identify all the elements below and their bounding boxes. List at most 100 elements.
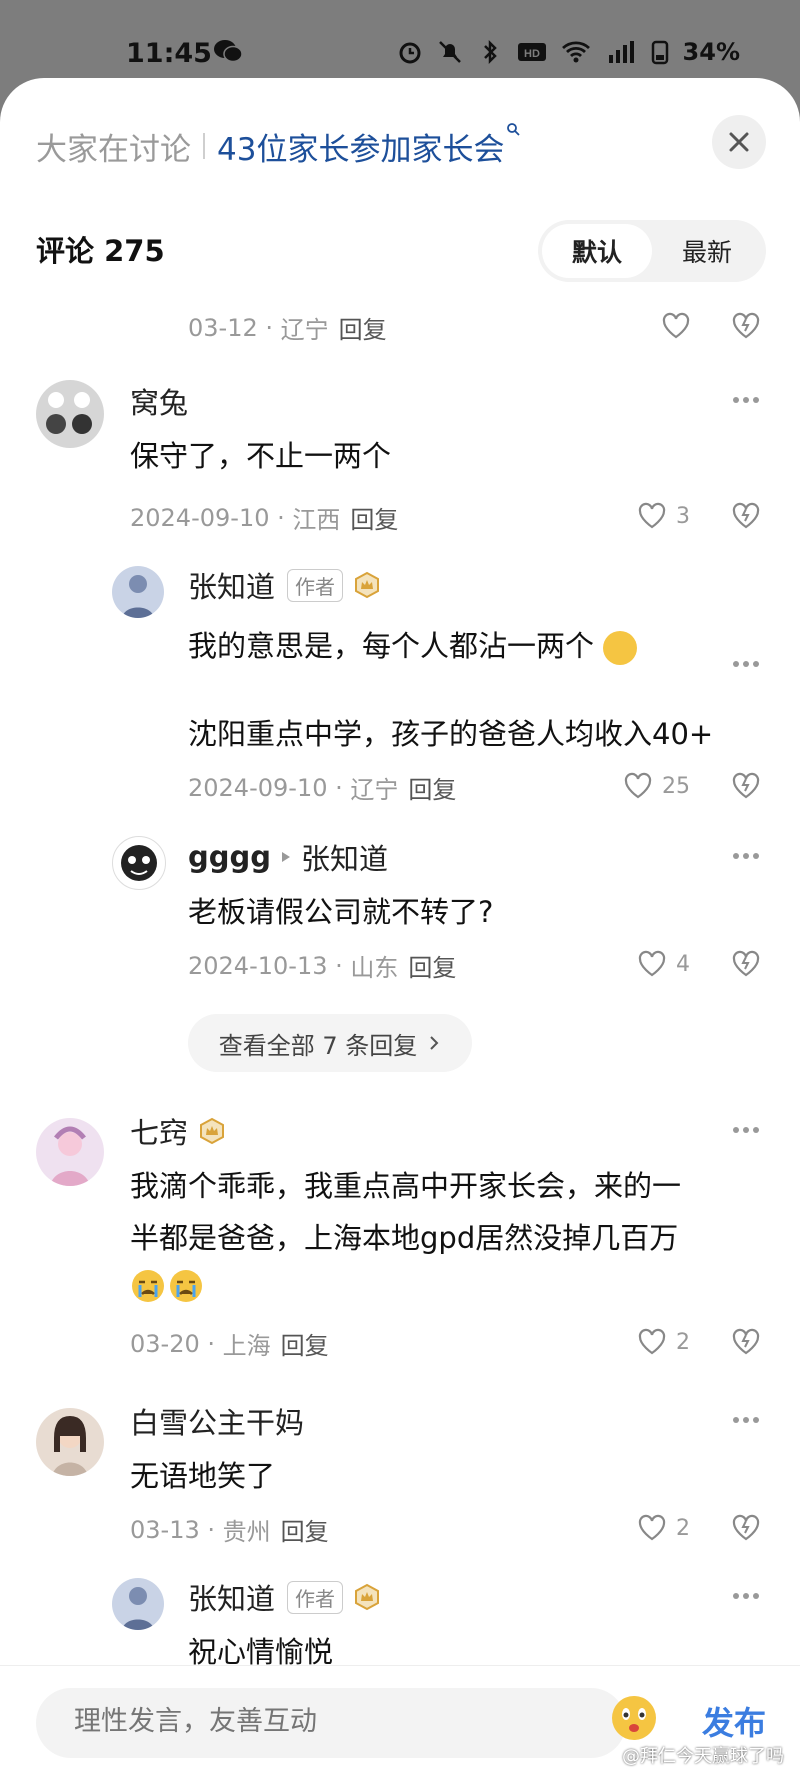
avatar[interactable] xyxy=(112,836,166,890)
like-button[interactable]: 4 xyxy=(636,948,690,980)
mute-icon xyxy=(438,41,461,63)
comment-location: 上海 xyxy=(222,1332,271,1360)
dislike-icon[interactable] xyxy=(730,310,762,342)
avatar-image xyxy=(122,575,154,618)
reply-button[interactable]: 回复 xyxy=(408,948,456,983)
avatar[interactable] xyxy=(36,380,104,448)
heart-icon xyxy=(638,1514,666,1541)
comment-meta: 2024-09-10 · 辽宁 回复 xyxy=(188,770,456,805)
avatar-image xyxy=(122,1587,154,1630)
dislike-icon[interactable] xyxy=(730,770,762,802)
comment-date: 03-12 xyxy=(188,313,258,342)
username[interactable]: 七窍 xyxy=(130,1110,226,1152)
username-text: 白雪公主干妈 xyxy=(130,1406,305,1440)
status-time: 11:45 xyxy=(126,38,212,69)
comment-date: 2024-09-10 xyxy=(188,773,328,802)
crying-emoji-icon xyxy=(132,1270,164,1302)
like-button[interactable]: 2 xyxy=(636,1512,690,1544)
hd-icon: HD xyxy=(517,43,546,61)
more-icon[interactable] xyxy=(732,396,760,404)
svg-text:HD: HD xyxy=(524,48,540,60)
comment-date: 2024-10-13 xyxy=(188,951,328,980)
comment-date: 2024-09-10 xyxy=(130,503,270,532)
comment-location: 辽宁 xyxy=(280,316,329,344)
sort-toggle: 默认 最新 xyxy=(538,220,766,282)
username[interactable]: 白雪公主干妈 xyxy=(130,1400,304,1442)
send-button[interactable]: 发布 xyxy=(702,1698,766,1744)
comment-text-line: 沈阳重点中学，孩子的爸爸人均收入40+ xyxy=(188,717,714,751)
username-text: 张知道 xyxy=(188,1582,276,1616)
sort-latest-button[interactable]: 最新 xyxy=(652,224,762,278)
emoji-picker-icon[interactable] xyxy=(610,1694,658,1742)
username[interactable]: 窝兔 xyxy=(130,380,188,422)
avatar-image xyxy=(121,845,157,881)
reply-button[interactable]: 回复 xyxy=(408,770,456,805)
avatar[interactable] xyxy=(36,1408,104,1476)
heart-icon xyxy=(638,502,666,529)
battery-level: 34% xyxy=(682,38,740,66)
topic-link[interactable]: 43位家长参加家长会 xyxy=(217,124,504,169)
wifi-icon xyxy=(561,41,590,63)
prev-comment-meta: 03-12 · 辽宁 回复 xyxy=(188,310,387,345)
avatar-image xyxy=(52,1416,88,1476)
comment-text: 老板请假公司就不转了? xyxy=(188,895,494,929)
close-button[interactable] xyxy=(712,115,766,169)
comment-text-line: 我滴个乖乖，我重点高中开家长会，来的一 xyxy=(130,1169,682,1203)
reply-to-username[interactable]: 张知道 xyxy=(301,836,388,878)
comment-location: 辽宁 xyxy=(350,776,399,804)
sort-default-button[interactable]: 默认 xyxy=(542,224,652,278)
username[interactable]: 张知道 作者 xyxy=(188,1576,381,1618)
more-icon[interactable] xyxy=(732,1592,760,1600)
avatar[interactable] xyxy=(112,566,164,618)
chevron-right-icon xyxy=(430,1036,439,1050)
dislike-icon[interactable] xyxy=(730,948,762,980)
crown-icon xyxy=(355,571,380,599)
reply-button[interactable]: 回复 xyxy=(281,1326,329,1361)
author-badge: 作者 xyxy=(287,1580,344,1614)
more-icon[interactable] xyxy=(732,852,760,860)
username-text: 七窍 xyxy=(130,1116,189,1150)
reply-button[interactable]: 回复 xyxy=(339,310,387,345)
dislike-icon[interactable] xyxy=(730,500,762,532)
comment-meta: 2024-09-10 · 江西 回复 xyxy=(130,500,398,535)
discussion-label: 大家在讨论 xyxy=(36,131,191,168)
like-button[interactable]: 25 xyxy=(622,770,690,802)
comment-input[interactable] xyxy=(72,1705,496,1738)
bluetooth-icon xyxy=(483,39,497,65)
reply-arrow-icon xyxy=(282,852,291,862)
reply-button[interactable]: 回复 xyxy=(350,500,398,535)
wechat-icon xyxy=(214,40,243,63)
emoji-icon xyxy=(603,631,638,665)
more-icon[interactable] xyxy=(732,1126,760,1134)
username[interactable]: 张知道 作者 xyxy=(188,564,381,606)
comment-meta: 03-13 · 贵州 回复 xyxy=(130,1512,329,1547)
heart-icon xyxy=(662,312,690,339)
crown-icon xyxy=(200,1117,225,1145)
like-button[interactable] xyxy=(660,310,692,342)
comment-text: 我的意思是，每个人都沾一两个 xyxy=(188,620,638,672)
header-divider xyxy=(203,133,205,159)
avatar[interactable] xyxy=(112,1578,164,1630)
reply-button[interactable]: 回复 xyxy=(281,1512,329,1547)
dislike-icon[interactable] xyxy=(730,1512,762,1544)
dislike-icon[interactable] xyxy=(730,1326,762,1358)
more-icon[interactable] xyxy=(732,660,760,668)
avatar[interactable] xyxy=(36,1118,104,1186)
heart-icon xyxy=(624,772,652,799)
comment-input-wrapper xyxy=(36,1688,626,1758)
like-button[interactable]: 3 xyxy=(636,500,690,532)
alarm-icon xyxy=(399,42,421,64)
like-count: 3 xyxy=(676,503,690,529)
comment-text-line: 我的意思是，每个人都沾一两个 xyxy=(188,629,595,663)
like-count: 4 xyxy=(676,951,690,977)
username-text[interactable]: gggg xyxy=(188,840,271,874)
username-text: 张知道 xyxy=(188,570,276,604)
battery-icon xyxy=(651,40,668,65)
emoji-row xyxy=(130,1268,204,1304)
comment-date: 03-13 xyxy=(130,1515,200,1544)
like-button[interactable]: 2 xyxy=(636,1326,690,1358)
view-all-replies-button[interactable]: 查看全部 7 条回复 xyxy=(188,1014,472,1072)
more-icon[interactable] xyxy=(732,1416,760,1424)
close-icon xyxy=(729,132,749,152)
reply-header: gggg 张知道 xyxy=(188,836,388,878)
